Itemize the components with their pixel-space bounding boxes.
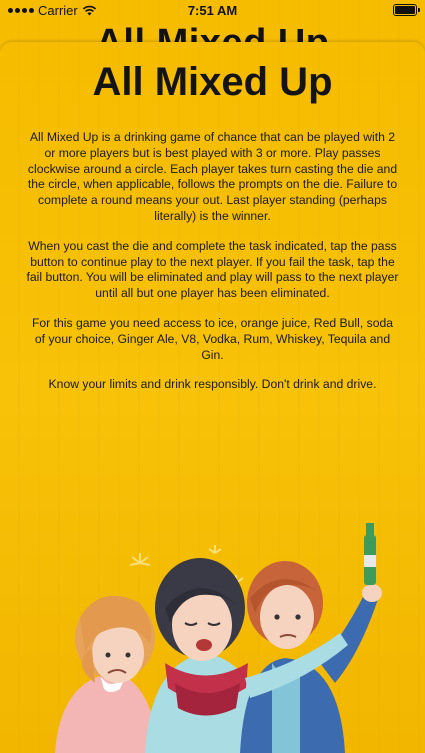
rules-paragraph-intro: All Mixed Up is a drinking game of chanc… xyxy=(27,130,398,223)
rules-text: All Mixed Up is a drinking game of chanc… xyxy=(26,130,399,407)
girl-left xyxy=(55,595,160,753)
page-title: All Mixed Up xyxy=(92,60,333,104)
rules-paragraph-disclaimer: Know your limits and drink responsibly. … xyxy=(48,377,377,392)
boy-right xyxy=(240,523,382,753)
status-time: 7:51 AM xyxy=(187,3,238,18)
rules-paragraph-play: When you cast the die and complete the t… xyxy=(26,238,399,301)
status-bar: Carrier 7:51 AM xyxy=(0,0,425,22)
rules-sheet[interactable]: All Mixed Up All Mixed Up is a drinking … xyxy=(0,42,425,753)
status-right xyxy=(393,4,420,16)
rules-paragraph-supplies: For this game you need access to ice, or… xyxy=(31,315,394,362)
friends-illustration xyxy=(55,523,382,753)
battery-icon xyxy=(393,4,420,16)
